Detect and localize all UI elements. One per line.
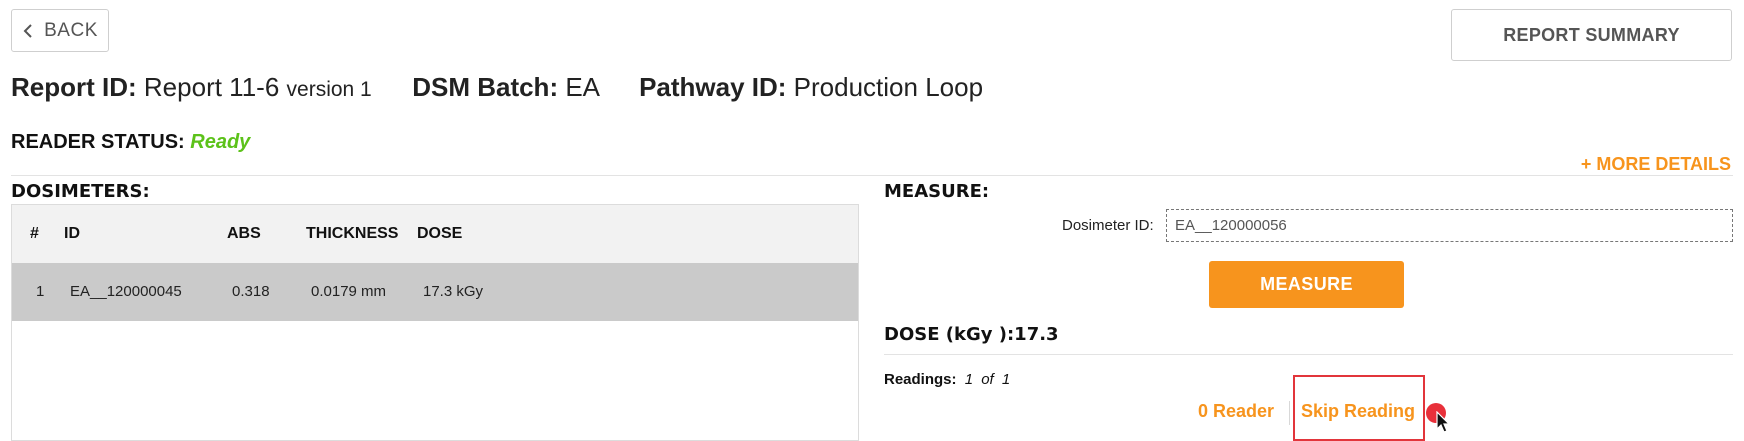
column-header-dose[interactable]: DOSE (417, 225, 462, 243)
cell-abs: 0.318 (232, 283, 270, 300)
dosimeter-id-label: Dosimeter ID: (1062, 217, 1154, 234)
reader-status: READER STATUS: Ready (11, 131, 250, 154)
cell-thickness: 0.0179 mm (311, 283, 387, 300)
measure-button[interactable]: MEASURE (1209, 261, 1404, 308)
skip-reading-link[interactable]: Skip Reading (1301, 401, 1415, 422)
report-info: Report ID: Report 11-6 version 1 DSM Bat… (11, 72, 983, 103)
pathway-id-label: Pathway ID: (639, 72, 787, 102)
divider (11, 175, 1733, 176)
column-header-thickness[interactable]: THICKNESS (306, 225, 398, 243)
cell-dose: 17.3 kGy (423, 283, 484, 300)
divider (1289, 401, 1290, 425)
reader-link[interactable]: 0 Reader (1198, 401, 1274, 422)
cell-id: EA__120000045 (70, 283, 182, 300)
reader-status-value: Ready (190, 131, 251, 153)
dsm-batch-label: DSM Batch: (412, 72, 559, 102)
cell-number: 1 (36, 283, 45, 300)
column-header-abs[interactable]: ABS (227, 225, 261, 243)
reader-status-label: READER STATUS: (11, 131, 185, 153)
table-header: # ID ABS THICKNESS DOSE (12, 205, 858, 263)
mouse-cursor-icon (1436, 411, 1451, 433)
report-id-label: Report ID: (11, 72, 137, 102)
pathway-id-value: Production Loop (793, 72, 984, 102)
dosimeter-id-input[interactable] (1166, 209, 1733, 242)
chevron-left-icon (23, 23, 32, 38)
dsm-batch-value: EA (565, 72, 599, 102)
report-summary-label: REPORT SUMMARY (1503, 24, 1680, 45)
report-summary-button[interactable]: REPORT SUMMARY (1451, 9, 1732, 61)
back-button-label: BACK (44, 19, 98, 41)
report-version: version 1 (286, 78, 372, 101)
readings-total: 1 (1001, 371, 1011, 388)
more-details-link[interactable]: + MORE DETAILS (1581, 154, 1731, 175)
readings-label: Readings: (884, 371, 957, 388)
divider (884, 354, 1733, 355)
back-button[interactable]: BACK (11, 9, 109, 52)
column-header-number[interactable]: # (30, 225, 39, 243)
measure-button-label: MEASURE (1260, 274, 1353, 294)
readings-of: of (981, 371, 994, 388)
measure-title: MEASURE: (884, 181, 990, 202)
report-id-value: Report 11-6 (143, 72, 280, 102)
dose-label: DOSE (kGy ): (884, 324, 1015, 345)
column-header-id[interactable]: ID (64, 225, 80, 243)
dosimeters-table: # ID ABS THICKNESS DOSE 1 EA__120000045 … (11, 204, 859, 441)
readings-info: Readings: 1 of 1 (884, 371, 1010, 388)
dosimeters-title: DOSIMETERS: (11, 181, 150, 202)
dose-display: DOSE (kGy ):17.3 (884, 324, 1059, 345)
readings-current: 1 (964, 371, 974, 388)
table-row[interactable]: 1 EA__120000045 0.318 0.0179 mm 17.3 kGy (12, 263, 858, 321)
dose-value: 17.3 (1014, 324, 1059, 345)
